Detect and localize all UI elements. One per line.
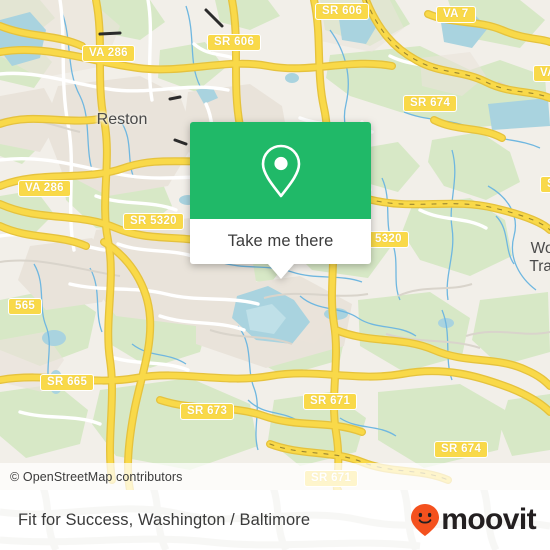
map-screenshot: Reston WolfTrap VA 286 SR 606 SR 606 VA 7 VA … (0, 0, 550, 550)
map-city-label: Trap (529, 258, 550, 275)
osm-attribution-bar: © OpenStreetMap contributors (0, 463, 550, 490)
moovit-smiley-pin-icon (411, 504, 440, 536)
road-shield-label: SR 606 (214, 36, 255, 48)
road-shield-label: VA 7 (443, 8, 469, 20)
road-shield-label: SR 5320 (130, 215, 177, 227)
road-shield: SR 7 (540, 176, 550, 193)
osm-attribution-text[interactable]: © OpenStreetMap contributors (0, 470, 183, 484)
road-shield: SR 674 (434, 441, 489, 458)
road-shield: VA 286 (82, 45, 135, 62)
road-shield-label: SR 665 (47, 376, 88, 388)
place-title: Fit for Success, Washington / Baltimore (18, 510, 311, 529)
card-pointer-tail (267, 264, 294, 279)
road-shield-label: 5320 (375, 233, 402, 245)
road-shield-label: SR 674 (410, 97, 451, 109)
road-shield: 5320 (368, 231, 409, 248)
road-shield: SR 674 (403, 95, 458, 112)
road-shield-label: SR 671 (310, 395, 351, 407)
map-pin-icon (261, 144, 300, 197)
moovit-wordmark: moovit (441, 503, 536, 536)
road-shield-label: 565 (15, 300, 36, 312)
road-shield: SR 5320 (123, 213, 184, 230)
road-shield: SR 665 (40, 374, 95, 391)
road-shield: SR 673 (180, 403, 235, 420)
road-shield-label: SR 606 (322, 5, 363, 17)
road-shield: SR 606 (315, 3, 370, 20)
card-action-panel[interactable]: Take me there (190, 219, 371, 264)
road-shield: VA 7 (533, 65, 550, 82)
road-shield: 565 (8, 298, 43, 315)
road-shield: SR 606 (207, 34, 262, 51)
take-me-there-card[interactable]: Take me there (190, 122, 371, 279)
road-shield-label: VA 7 (540, 67, 550, 79)
footer-bar: Fit for Success, Washington / Baltimore … (0, 490, 550, 550)
card-icon-panel (190, 122, 371, 219)
map-city-label: Wolf (530, 240, 550, 257)
road-shield: VA 7 (436, 6, 476, 23)
moovit-logo[interactable]: moovit (410, 503, 537, 537)
road-shield: VA 286 (18, 180, 71, 197)
road-shield-label: SR 674 (441, 443, 482, 455)
road-shield-label: VA 286 (89, 47, 128, 59)
road-shield: SR 671 (303, 393, 358, 410)
road-shield-label: SR 673 (187, 405, 228, 417)
map-city-label: Reston (96, 111, 148, 128)
road-shield-label: VA 286 (25, 182, 64, 194)
take-me-there-label: Take me there (227, 232, 334, 250)
